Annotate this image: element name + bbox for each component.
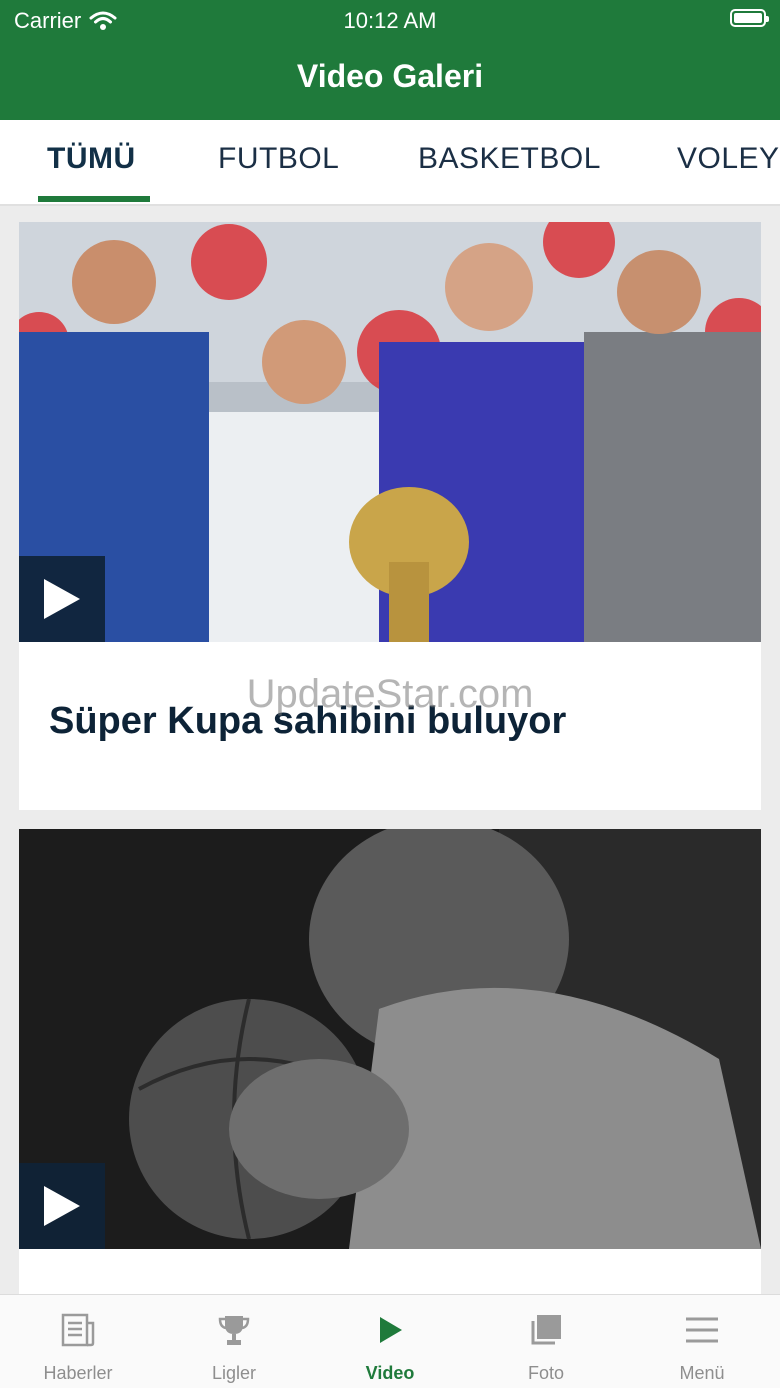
news-icon (61, 1313, 95, 1347)
video-card[interactable]: Süper Kupa sahibini buluyor (19, 222, 761, 810)
page-title: Video Galeri (296, 58, 484, 94)
tabbar-label: Ligler (211, 1363, 257, 1383)
category-tabs: TÜMÜ FUTBOL BASKETBOL VOLEYBOL (0, 120, 780, 206)
super-cup-photo (19, 222, 761, 642)
tab-voleybol[interactable]: VOLEYBOL (677, 142, 780, 176)
tabbar-item-menu[interactable]: Menü (624, 1295, 780, 1388)
tabbar-item-haberler[interactable]: Haberler (0, 1295, 156, 1388)
active-tab-indicator (38, 196, 150, 202)
video-card[interactable] (19, 829, 761, 1299)
tab-basketbol[interactable]: BASKETBOL (418, 142, 601, 176)
tabbar-label: Menü (679, 1363, 725, 1383)
video-title[interactable]: Süper Kupa sahibini buluyor (49, 700, 566, 743)
battery-icon (730, 9, 769, 27)
play-icon (44, 1186, 80, 1226)
status-time: 10:12 AM (343, 8, 437, 33)
play-button[interactable] (19, 556, 105, 642)
trophy-icon (218, 1316, 250, 1345)
play-icon (380, 1317, 402, 1343)
tabbar-label: Haberler (43, 1363, 113, 1383)
tab-bar: Haberler Ligler Video Foto Menü (0, 1294, 780, 1388)
tabbar-item-video[interactable]: Video (312, 1295, 468, 1388)
video-thumbnail[interactable] (19, 829, 761, 1249)
nav-bar: Carrier 10:12 AM Video Galeri (0, 0, 780, 120)
play-icon (44, 579, 80, 619)
video-thumbnail[interactable] (19, 222, 761, 642)
menu-icon (686, 1317, 718, 1343)
basketball-player-photo (19, 829, 761, 1249)
play-button[interactable] (19, 1163, 105, 1249)
photo-icon (531, 1315, 561, 1345)
tabbar-item-foto[interactable]: Foto (468, 1295, 624, 1388)
tabbar-item-ligler[interactable]: Ligler (156, 1295, 312, 1388)
tab-tumu[interactable]: TÜMÜ (47, 142, 136, 176)
tabbar-label: Foto (527, 1363, 565, 1383)
status-bar: Carrier 10:12 AM (0, 0, 780, 40)
tabbar-label: Video (365, 1363, 415, 1383)
tab-futbol[interactable]: FUTBOL (218, 142, 339, 176)
